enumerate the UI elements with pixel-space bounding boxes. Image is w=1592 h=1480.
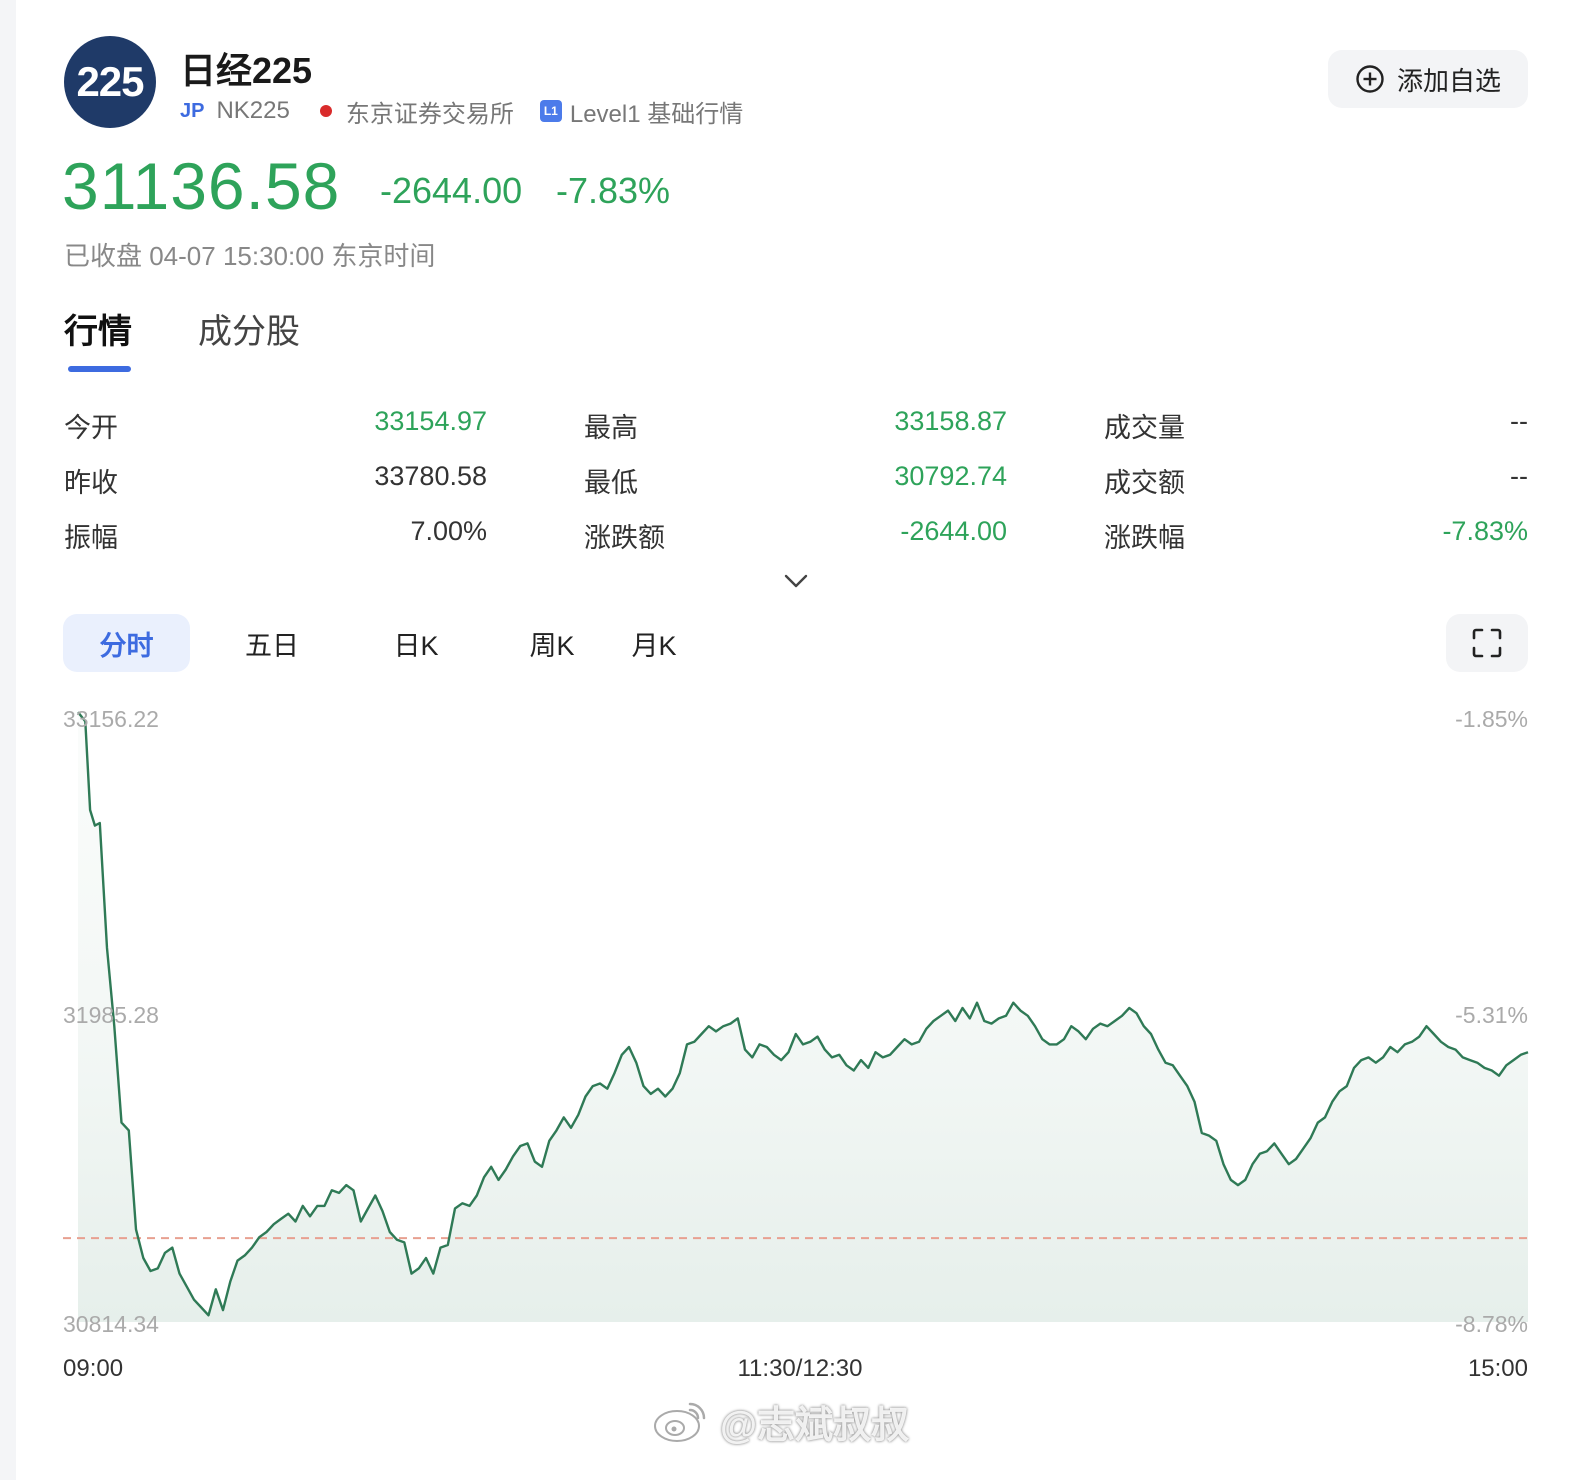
period-tab-daily-k[interactable]: 日K <box>366 614 466 672</box>
x-tick-open: 09:00 <box>63 1355 123 1382</box>
stat-label-prev-close: 昨收 <box>64 468 118 498</box>
index-logo: 225 <box>64 36 156 128</box>
y-right-tick-top: -1.85% <box>1455 706 1528 732</box>
index-title: 日经225 <box>180 50 313 91</box>
stat-label-high: 最高 <box>584 413 638 443</box>
y-right-tick-bottom: -8.78% <box>1455 1311 1528 1337</box>
stat-value-volume: -- <box>1510 406 1528 436</box>
fullscreen-button[interactable] <box>1446 614 1528 672</box>
stat-label-volume: 成交量 <box>1104 413 1185 443</box>
stat-label-low: 最低 <box>584 468 638 498</box>
stat-label-turnover: 成交额 <box>1104 468 1185 498</box>
stat-label-change: 涨跌额 <box>584 523 665 553</box>
y-right-tick-mid: -5.31% <box>1455 1002 1528 1028</box>
stat-value-open: 33154.97 <box>374 406 487 436</box>
tab-constituents[interactable]: 成分股 <box>198 304 300 353</box>
index-meta-row: JP NK225 东京证券交易所 L1 Level1 基础行情 <box>180 96 744 128</box>
add-watchlist-label: 添加自选 <box>1396 65 1501 96</box>
period-tab-five-day[interactable]: 五日 <box>222 614 322 672</box>
y-left-tick-top: 33156.22 <box>63 706 159 732</box>
stat-value-amplitude: 7.00% <box>410 516 487 546</box>
y-left-tick-mid: 31985.28 <box>63 1002 159 1028</box>
chevron-down-icon[interactable] <box>782 568 810 594</box>
x-tick-midday: 11:30/12:30 <box>737 1355 862 1382</box>
price-change-percent: -7.83% <box>556 170 671 211</box>
market-status: 已收盘 04-07 15:30:00 东京时间 <box>64 241 436 271</box>
stat-value-turnover: -- <box>1510 461 1528 491</box>
exchange-dot-icon <box>319 105 332 117</box>
active-tab-indicator <box>68 366 131 372</box>
logo-text: 225 <box>76 58 144 105</box>
stat-label-amplitude: 振幅 <box>64 523 118 553</box>
weibo-watermark: @志斌叔叔 <box>652 1396 910 1447</box>
intraday-chart[interactable]: 33156.22 31985.28 30814.34 -1.85% -5.31%… <box>0 690 1592 1390</box>
exchange-name: 东京证券交易所 <box>345 100 514 128</box>
level-badge: L1 <box>539 100 562 122</box>
y-left-tick-bottom: 30814.34 <box>63 1311 159 1337</box>
watermark-text: @志斌叔叔 <box>720 1404 910 1447</box>
stat-label-open: 今开 <box>64 413 118 443</box>
region-badge: JP <box>180 99 205 122</box>
current-price: 31136.58 <box>62 149 341 223</box>
period-tab-monthly-k[interactable]: 月K <box>604 614 704 672</box>
stat-value-low: 30792.74 <box>894 461 1007 491</box>
stat-value-high: 33158.87 <box>894 406 1007 436</box>
price-change: -2644.00 <box>380 170 523 211</box>
x-tick-close: 15:00 <box>1468 1355 1528 1382</box>
add-watchlist-button[interactable]: 添加自选 <box>1328 50 1528 108</box>
level-text: Level1 基础行情 <box>569 100 744 128</box>
period-tab-intraday[interactable]: 分时 <box>63 614 190 672</box>
weibo-logo-icon <box>654 1402 706 1442</box>
stat-value-change-pct: -7.83% <box>1442 516 1528 546</box>
stat-value-change: -2644.00 <box>900 516 1007 546</box>
fullscreen-icon <box>1472 628 1502 658</box>
stat-label-change-pct: 涨跌幅 <box>1104 523 1185 553</box>
stat-value-prev-close: 33780.58 <box>374 461 487 491</box>
index-code: NK225 <box>216 97 290 124</box>
period-tab-weekly-k[interactable]: 周K <box>502 614 602 672</box>
plus-circle-icon <box>1356 65 1384 93</box>
price-area-fill <box>78 712 1528 1322</box>
tab-quote[interactable]: 行情 <box>64 304 132 353</box>
